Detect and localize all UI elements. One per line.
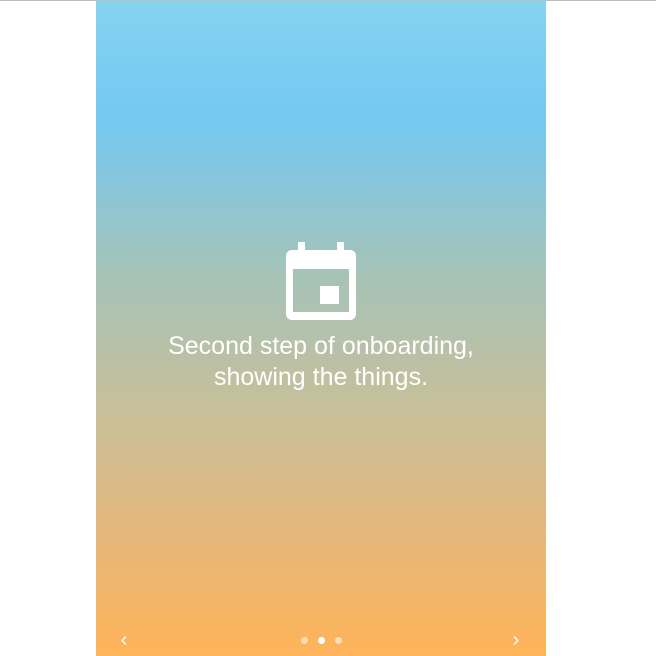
next-step-button[interactable]: › [506, 630, 526, 650]
onboarding-navigation: ‹ › [96, 626, 546, 656]
step-dot-2[interactable] [317, 637, 325, 644]
calendar-icon [286, 242, 356, 320]
onboarding-step-content: Second step of onboarding, showing the t… [96, 242, 546, 393]
onboarding-screen: Second step of onboarding, showing the t… [96, 1, 546, 656]
step-dot-3[interactable] [334, 637, 342, 644]
step-indicator [96, 637, 546, 644]
step-dot-1[interactable] [300, 637, 308, 644]
onboarding-caption: Second step of onboarding, showing the t… [168, 332, 474, 391]
